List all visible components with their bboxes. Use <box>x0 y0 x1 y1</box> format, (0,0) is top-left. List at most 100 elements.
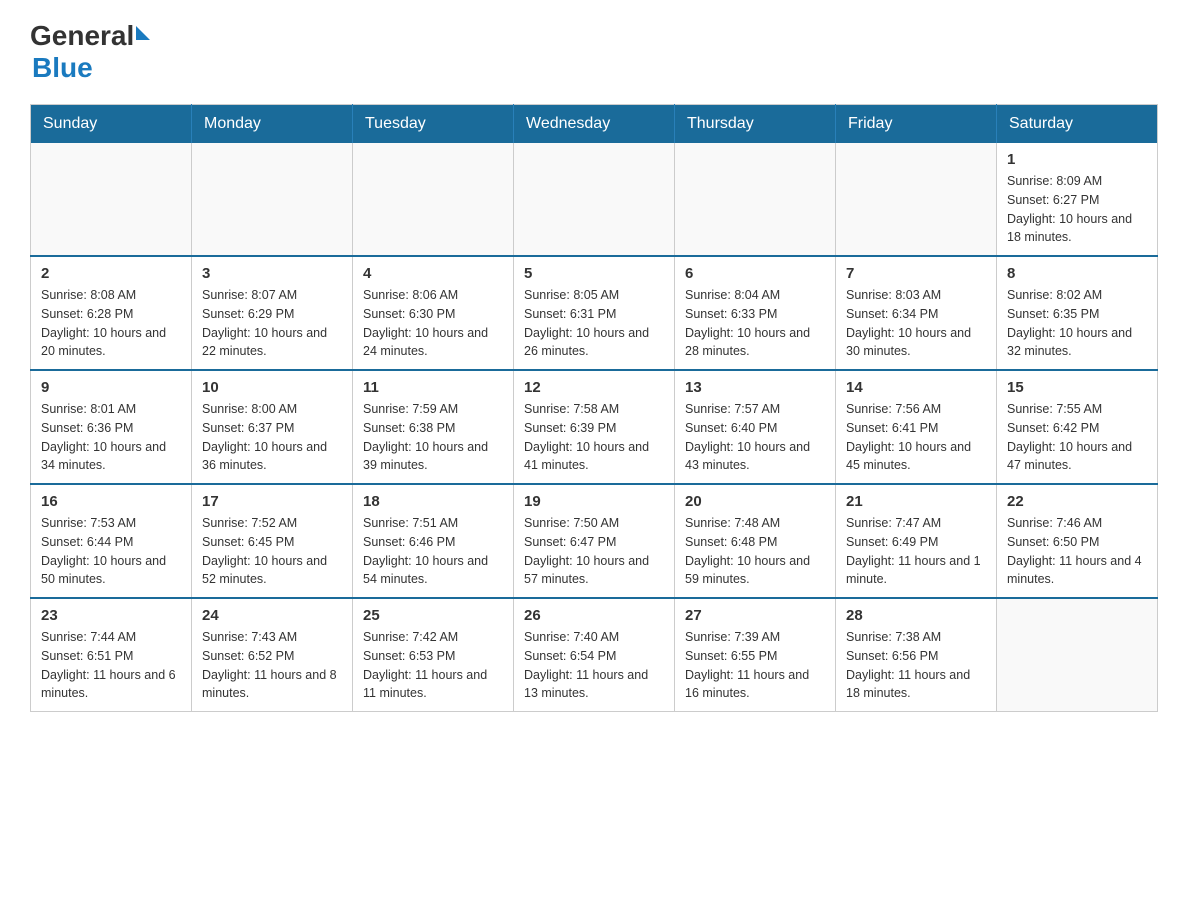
day-number: 22 <box>1007 493 1147 510</box>
calendar-cell <box>192 143 353 256</box>
day-info: Sunrise: 8:00 AM Sunset: 6:37 PM Dayligh… <box>202 400 342 475</box>
day-info: Sunrise: 8:02 AM Sunset: 6:35 PM Dayligh… <box>1007 286 1147 361</box>
day-number: 24 <box>202 607 342 624</box>
day-info: Sunrise: 7:39 AM Sunset: 6:55 PM Dayligh… <box>685 628 825 703</box>
day-info: Sunrise: 7:44 AM Sunset: 6:51 PM Dayligh… <box>41 628 181 703</box>
calendar-cell <box>514 143 675 256</box>
weekday-header-friday: Friday <box>836 105 997 144</box>
day-number: 19 <box>524 493 664 510</box>
calendar-cell: 2Sunrise: 8:08 AM Sunset: 6:28 PM Daylig… <box>31 256 192 370</box>
calendar-cell: 21 Sunrise: 7:47 AM Sunset: 6:49 PM Dayli… <box>836 484 997 598</box>
week-row-1: 1Sunrise: 8:09 AM Sunset: 6:27 PM Daylig… <box>31 143 1158 256</box>
week-row-3: 9 Sunrise: 8:01 AM Sunset: 6:36 PM Daylig… <box>31 370 1158 484</box>
calendar-cell: 24 Sunrise: 7:43 AM Sunset: 6:52 PM Dayli… <box>192 598 353 712</box>
logo-blue-text: Blue <box>32 52 93 84</box>
calendar-cell: 18Sunrise: 7:51 AM Sunset: 6:46 PM Dayli… <box>353 484 514 598</box>
day-info: Sunrise: 7:58 AM Sunset: 6:39 PM Dayligh… <box>524 400 664 475</box>
day-info: Sunrise: 7:51 AM Sunset: 6:46 PM Dayligh… <box>363 514 503 589</box>
day-info: Sunrise: 7:50 AM Sunset: 6:47 PM Dayligh… <box>524 514 664 589</box>
week-row-2: 2Sunrise: 8:08 AM Sunset: 6:28 PM Daylig… <box>31 256 1158 370</box>
day-number: 26 <box>524 607 664 624</box>
calendar-cell: 23 Sunrise: 7:44 AM Sunset: 6:51 PM Dayli… <box>31 598 192 712</box>
calendar-cell <box>31 143 192 256</box>
weekday-header-tuesday: Tuesday <box>353 105 514 144</box>
weekday-header-sunday: Sunday <box>31 105 192 144</box>
day-info: Sunrise: 8:01 AM Sunset: 6:36 PM Dayligh… <box>41 400 181 475</box>
calendar-cell: 1Sunrise: 8:09 AM Sunset: 6:27 PM Daylig… <box>997 143 1158 256</box>
calendar-cell: 19 Sunrise: 7:50 AM Sunset: 6:47 PM Dayli… <box>514 484 675 598</box>
day-number: 28 <box>846 607 986 624</box>
day-info: Sunrise: 7:43 AM Sunset: 6:52 PM Dayligh… <box>202 628 342 703</box>
day-number: 21 <box>846 493 986 510</box>
calendar-cell: 11Sunrise: 7:59 AM Sunset: 6:38 PM Dayli… <box>353 370 514 484</box>
day-info: Sunrise: 7:57 AM Sunset: 6:40 PM Dayligh… <box>685 400 825 475</box>
day-info: Sunrise: 7:48 AM Sunset: 6:48 PM Dayligh… <box>685 514 825 589</box>
day-number: 14 <box>846 379 986 396</box>
day-number: 9 <box>41 379 181 396</box>
calendar-cell: 16 Sunrise: 7:53 AM Sunset: 6:44 PM Dayli… <box>31 484 192 598</box>
calendar-cell: 3 Sunrise: 8:07 AM Sunset: 6:29 PM Daylig… <box>192 256 353 370</box>
day-number: 6 <box>685 265 825 282</box>
calendar-cell: 6 Sunrise: 8:04 AM Sunset: 6:33 PM Daylig… <box>675 256 836 370</box>
weekday-header-saturday: Saturday <box>997 105 1158 144</box>
day-info: Sunrise: 8:09 AM Sunset: 6:27 PM Dayligh… <box>1007 172 1147 247</box>
day-number: 3 <box>202 265 342 282</box>
day-number: 8 <box>1007 265 1147 282</box>
calendar-cell: 10 Sunrise: 8:00 AM Sunset: 6:37 PM Dayli… <box>192 370 353 484</box>
day-number: 11 <box>363 379 503 396</box>
weekday-header-monday: Monday <box>192 105 353 144</box>
calendar-cell: 20 Sunrise: 7:48 AM Sunset: 6:48 PM Dayli… <box>675 484 836 598</box>
day-info: Sunrise: 7:46 AM Sunset: 6:50 PM Dayligh… <box>1007 514 1147 589</box>
calendar-cell: 15 Sunrise: 7:55 AM Sunset: 6:42 PM Dayli… <box>997 370 1158 484</box>
calendar-cell: 28 Sunrise: 7:38 AM Sunset: 6:56 PM Dayli… <box>836 598 997 712</box>
day-number: 7 <box>846 265 986 282</box>
logo-general-text: General <box>30 20 134 52</box>
calendar-table: SundayMondayTuesdayWednesdayThursdayFrid… <box>30 104 1158 712</box>
calendar-cell: 26Sunrise: 7:40 AM Sunset: 6:54 PM Dayli… <box>514 598 675 712</box>
weekday-header-thursday: Thursday <box>675 105 836 144</box>
calendar-cell: 14Sunrise: 7:56 AM Sunset: 6:41 PM Dayli… <box>836 370 997 484</box>
week-row-4: 16 Sunrise: 7:53 AM Sunset: 6:44 PM Dayli… <box>31 484 1158 598</box>
day-info: Sunrise: 7:53 AM Sunset: 6:44 PM Dayligh… <box>41 514 181 589</box>
calendar-cell: 8 Sunrise: 8:02 AM Sunset: 6:35 PM Daylig… <box>997 256 1158 370</box>
calendar-cell: 25Sunrise: 7:42 AM Sunset: 6:53 PM Dayli… <box>353 598 514 712</box>
day-info: Sunrise: 8:06 AM Sunset: 6:30 PM Dayligh… <box>363 286 503 361</box>
day-number: 5 <box>524 265 664 282</box>
day-info: Sunrise: 7:52 AM Sunset: 6:45 PM Dayligh… <box>202 514 342 589</box>
calendar-cell: 22 Sunrise: 7:46 AM Sunset: 6:50 PM Dayli… <box>997 484 1158 598</box>
day-number: 17 <box>202 493 342 510</box>
day-info: Sunrise: 7:55 AM Sunset: 6:42 PM Dayligh… <box>1007 400 1147 475</box>
day-number: 10 <box>202 379 342 396</box>
day-number: 12 <box>524 379 664 396</box>
day-number: 4 <box>363 265 503 282</box>
week-row-5: 23 Sunrise: 7:44 AM Sunset: 6:51 PM Dayli… <box>31 598 1158 712</box>
calendar-header: SundayMondayTuesdayWednesdayThursdayFrid… <box>31 105 1158 144</box>
day-number: 15 <box>1007 379 1147 396</box>
day-number: 16 <box>41 493 181 510</box>
page-header: General Blue <box>30 20 1158 84</box>
calendar-cell <box>836 143 997 256</box>
logo: General Blue <box>30 20 150 84</box>
day-number: 23 <box>41 607 181 624</box>
logo-triangle-icon <box>136 26 150 40</box>
day-info: Sunrise: 8:03 AM Sunset: 6:34 PM Dayligh… <box>846 286 986 361</box>
calendar-cell <box>675 143 836 256</box>
calendar-cell: 12 Sunrise: 7:58 AM Sunset: 6:39 PM Dayli… <box>514 370 675 484</box>
calendar-cell: 4 Sunrise: 8:06 AM Sunset: 6:30 PM Daylig… <box>353 256 514 370</box>
weekday-header-row: SundayMondayTuesdayWednesdayThursdayFrid… <box>31 105 1158 144</box>
calendar-cell: 17 Sunrise: 7:52 AM Sunset: 6:45 PM Dayli… <box>192 484 353 598</box>
day-number: 13 <box>685 379 825 396</box>
day-info: Sunrise: 7:47 AM Sunset: 6:49 PM Dayligh… <box>846 514 986 589</box>
day-number: 20 <box>685 493 825 510</box>
calendar-body: 1Sunrise: 8:09 AM Sunset: 6:27 PM Daylig… <box>31 143 1158 712</box>
day-info: Sunrise: 8:04 AM Sunset: 6:33 PM Dayligh… <box>685 286 825 361</box>
calendar-cell <box>997 598 1158 712</box>
weekday-header-wednesday: Wednesday <box>514 105 675 144</box>
calendar-cell <box>353 143 514 256</box>
calendar-cell: 7 Sunrise: 8:03 AM Sunset: 6:34 PM Daylig… <box>836 256 997 370</box>
day-info: Sunrise: 7:38 AM Sunset: 6:56 PM Dayligh… <box>846 628 986 703</box>
day-info: Sunrise: 8:07 AM Sunset: 6:29 PM Dayligh… <box>202 286 342 361</box>
calendar-cell: 27 Sunrise: 7:39 AM Sunset: 6:55 PM Dayli… <box>675 598 836 712</box>
calendar-cell: 13 Sunrise: 7:57 AM Sunset: 6:40 PM Dayli… <box>675 370 836 484</box>
day-number: 27 <box>685 607 825 624</box>
